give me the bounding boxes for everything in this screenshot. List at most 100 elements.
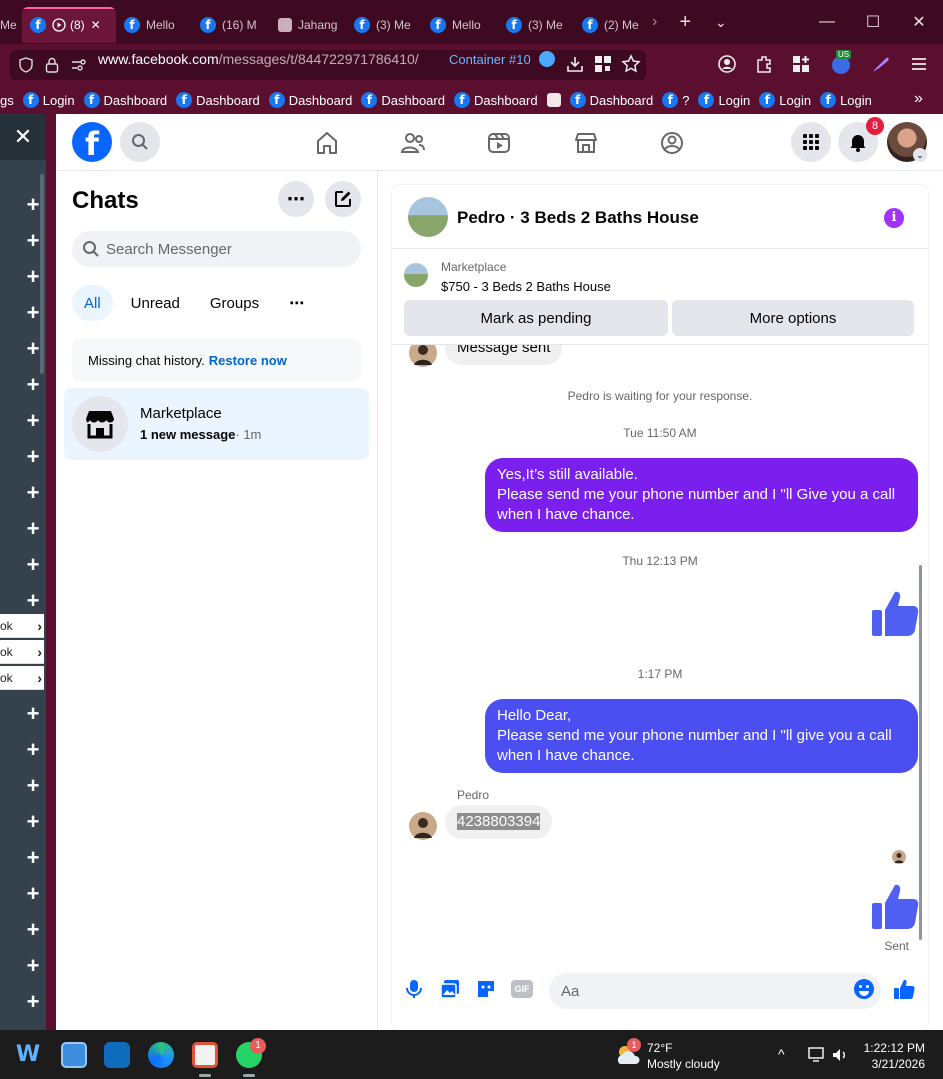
home-icon[interactable] bbox=[314, 130, 340, 156]
volume-icon[interactable] bbox=[831, 1047, 849, 1063]
bookmark[interactable]: f Dashboard bbox=[361, 92, 445, 108]
add-icon[interactable]: + bbox=[24, 991, 42, 1013]
close-tab-icon[interactable]: ✕ bbox=[91, 18, 101, 32]
menu-icon[interactable] bbox=[909, 54, 929, 74]
more-options-button[interactable]: More options bbox=[672, 300, 914, 336]
add-icon[interactable]: + bbox=[24, 410, 42, 432]
add-icon[interactable]: + bbox=[24, 338, 42, 360]
lock-icon[interactable] bbox=[44, 56, 60, 74]
url-text[interactable]: www.facebook.com/messages/t/844722971786… bbox=[98, 51, 419, 67]
chat-options-button[interactable]: ⋯ bbox=[278, 181, 314, 217]
bookmark[interactable]: f Dashboard bbox=[268, 92, 352, 108]
incoming-message[interactable]: 4238803394 bbox=[445, 805, 553, 839]
add-icon[interactable]: + bbox=[24, 446, 42, 468]
add-icon[interactable]: + bbox=[24, 811, 42, 833]
bookmark-star-icon[interactable] bbox=[621, 54, 641, 74]
phone-number-selected[interactable]: 4238803394 bbox=[457, 813, 541, 830]
panel-menu-item[interactable]: ok › bbox=[0, 614, 44, 638]
bookmark[interactable]: f Dashboard bbox=[569, 92, 653, 108]
outgoing-message[interactable]: Hello Dear, Please send me your phone nu… bbox=[485, 699, 918, 773]
new-message-button[interactable] bbox=[325, 181, 361, 217]
filter-groups[interactable]: Groups bbox=[198, 285, 271, 321]
tab-scroll-right-icon[interactable]: › bbox=[652, 13, 657, 31]
outlook-icon[interactable] bbox=[104, 1042, 130, 1068]
edge-icon[interactable] bbox=[148, 1042, 174, 1068]
add-icon[interactable]: + bbox=[24, 230, 42, 252]
panel-menu-item[interactable]: ok › bbox=[0, 640, 44, 664]
snipping-tool-icon[interactable] bbox=[192, 1042, 218, 1068]
facebook-logo-icon[interactable]: f bbox=[72, 122, 112, 163]
listing-small-thumbnail[interactable] bbox=[404, 263, 428, 287]
restore-now-link[interactable]: Restore now bbox=[209, 353, 287, 368]
add-icon[interactable]: + bbox=[24, 775, 42, 797]
tab-list-icon[interactable]: ⌄ bbox=[715, 14, 727, 31]
photo-icon[interactable] bbox=[439, 978, 461, 1000]
microphone-icon[interactable] bbox=[403, 978, 425, 1000]
notepad-icon[interactable] bbox=[61, 1042, 87, 1068]
bookmark[interactable]: f Login bbox=[698, 92, 750, 108]
bookmark[interactable]: f Dashboard bbox=[83, 92, 167, 108]
bookmark[interactable]: gs bbox=[0, 93, 14, 108]
browser-tab[interactable]: f (3) Me bbox=[498, 7, 574, 43]
add-icon[interactable]: + bbox=[24, 554, 42, 576]
chat-thread-marketplace[interactable]: Marketplace 1 new message· 1m bbox=[64, 388, 369, 460]
add-icon[interactable]: + bbox=[24, 518, 42, 540]
emoji-icon[interactable] bbox=[853, 978, 875, 1000]
minimize-icon[interactable]: — bbox=[804, 0, 850, 44]
new-tab-icon[interactable]: + bbox=[679, 11, 691, 34]
pedro-avatar[interactable] bbox=[409, 812, 437, 840]
add-icon[interactable]: + bbox=[24, 482, 42, 504]
addons-grid-icon[interactable] bbox=[791, 54, 811, 74]
add-icon[interactable]: + bbox=[24, 739, 42, 761]
filter-unread[interactable]: Unread bbox=[119, 285, 192, 321]
browser-tab[interactable]: Jahang bbox=[270, 7, 346, 43]
menu-grid-button[interactable] bbox=[791, 122, 831, 162]
browser-tab[interactable]: f (16) M bbox=[192, 7, 270, 43]
feather-icon[interactable] bbox=[871, 54, 891, 74]
add-icon[interactable]: + bbox=[24, 302, 42, 324]
add-icon[interactable]: + bbox=[24, 883, 42, 905]
system-clock[interactable]: 1:22:12 PM 3/21/2026 bbox=[864, 1040, 925, 1072]
download-icon[interactable] bbox=[565, 54, 585, 74]
add-icon[interactable]: + bbox=[24, 266, 42, 288]
panel-menu-item[interactable]: ok › bbox=[0, 666, 44, 690]
window-close-icon[interactable]: ✕ bbox=[896, 0, 942, 44]
extensions-icon[interactable] bbox=[754, 54, 774, 74]
add-icon[interactable]: + bbox=[24, 955, 42, 977]
mark-as-pending-button[interactable]: Mark as pending bbox=[404, 300, 668, 336]
bookmark[interactable]: f Login bbox=[820, 92, 872, 108]
bookmark[interactable] bbox=[546, 93, 561, 107]
account-icon[interactable] bbox=[717, 54, 737, 74]
account-chevron-icon[interactable]: ⌄ bbox=[913, 148, 927, 162]
message-list[interactable]: Message sent Pedro is waiting for your r… bbox=[392, 345, 928, 962]
bookmark[interactable]: f Dashboard bbox=[453, 92, 538, 108]
permissions-icon[interactable] bbox=[70, 57, 88, 73]
add-icon[interactable]: + bbox=[24, 374, 42, 396]
outgoing-message[interactable]: Yes,It’s still available. Please send me… bbox=[485, 458, 918, 532]
thumbs-up-icon[interactable] bbox=[870, 588, 920, 638]
listing-thumbnail[interactable] bbox=[408, 197, 448, 237]
weather-widget[interactable]: 72°F Mostly cloudy bbox=[647, 1040, 720, 1072]
bookmark[interactable]: f? bbox=[662, 92, 689, 108]
more-filters-icon[interactable]: ⋯ bbox=[277, 285, 316, 321]
video-icon[interactable] bbox=[486, 130, 512, 156]
tray-chevron-icon[interactable]: ^ bbox=[778, 1046, 785, 1062]
listing-price-title[interactable]: $750 - 3 Beds 2 Baths House bbox=[441, 279, 611, 294]
gif-icon[interactable]: GIF bbox=[511, 980, 533, 998]
browser-tab[interactable]: f Mello bbox=[422, 7, 498, 43]
maximize-icon[interactable]: ☐ bbox=[850, 0, 896, 44]
container-label[interactable]: Container #10 bbox=[449, 52, 531, 67]
filter-all[interactable]: All bbox=[72, 285, 113, 321]
browser-tab-active[interactable]: f (8) ✕ bbox=[22, 7, 116, 43]
add-icon[interactable]: + bbox=[24, 919, 42, 941]
thumbs-up-icon[interactable] bbox=[870, 881, 920, 931]
browser-tab[interactable]: f (3) Me bbox=[346, 7, 422, 43]
bookmark[interactable]: f Login bbox=[759, 92, 811, 108]
conversation-title[interactable]: Pedro · 3 Beds 2 Baths House bbox=[457, 208, 699, 228]
sticker-icon[interactable] bbox=[475, 978, 497, 1000]
widgets-icon[interactable]: W bbox=[15, 1042, 41, 1068]
conversation-scrollbar[interactable] bbox=[919, 565, 922, 940]
add-icon[interactable]: + bbox=[24, 194, 42, 216]
gaming-icon[interactable] bbox=[659, 130, 685, 156]
qr-code-icon[interactable] bbox=[593, 54, 613, 74]
